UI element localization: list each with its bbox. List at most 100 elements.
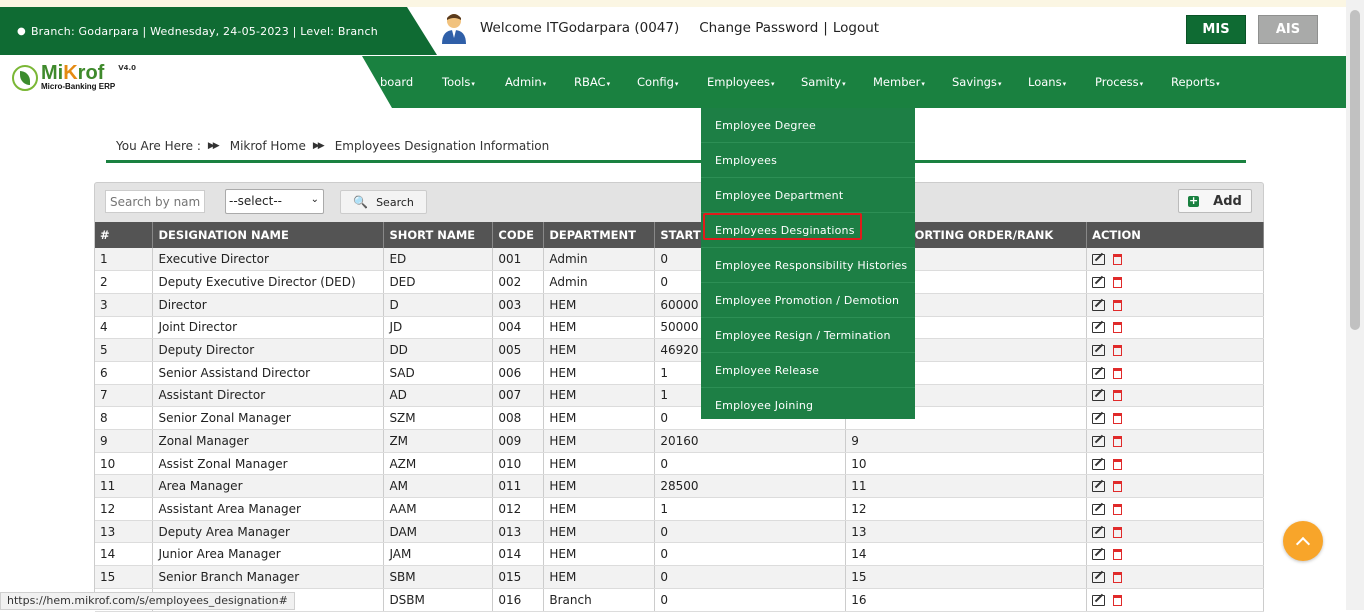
action-cell <box>1086 542 1264 567</box>
table-cell: Branch <box>543 588 656 612</box>
table-row: 2 Deputy Executive Director (DED) DED 002 Ad… <box>95 270 1264 294</box>
breadcrumb-home-link[interactable]: Mikrof Home <box>230 139 306 153</box>
edit-icon[interactable] <box>1092 413 1106 425</box>
nav-item-dashboard[interactable]: board <box>380 75 413 89</box>
table-cell: 20160 <box>654 429 847 453</box>
column-header[interactable]: SHORT NAME <box>383 222 494 248</box>
logout-link[interactable]: Logout <box>833 20 879 36</box>
delete-icon[interactable] <box>1113 345 1123 357</box>
edit-icon[interactable] <box>1092 481 1106 493</box>
scrollbar-thumb[interactable] <box>1350 10 1360 330</box>
nav-item-loans[interactable]: Loans▾ <box>1028 75 1066 89</box>
fast-forward-icon: ▶▶ <box>312 141 325 151</box>
edit-icon[interactable] <box>1092 367 1106 379</box>
menu-item-employee-department[interactable]: Employee Department <box>701 178 915 213</box>
menu-item-responsibility-histories[interactable]: Employee Responsibility Histories <box>701 248 915 283</box>
menu-item-employee-degree[interactable]: Employee Degree <box>701 108 915 143</box>
action-cell <box>1086 293 1264 317</box>
edit-icon[interactable] <box>1092 526 1106 538</box>
menu-item-employees[interactable]: Employees <box>701 143 915 178</box>
edit-icon[interactable] <box>1092 390 1106 402</box>
nav-item-savings[interactable]: Savings▾ <box>952 75 1001 89</box>
table-cell: Zonal Manager <box>152 429 385 453</box>
scroll-to-top-button[interactable] <box>1283 521 1323 561</box>
table-cell: Senior Branch Manager <box>152 565 385 589</box>
logo-version: V4.0 <box>118 63 137 72</box>
delete-icon[interactable] <box>1113 367 1123 379</box>
delete-icon[interactable] <box>1113 254 1123 266</box>
change-password-link[interactable]: Change Password <box>699 20 818 36</box>
select-value: --select-- <box>229 194 282 208</box>
search-input[interactable] <box>105 190 205 213</box>
delete-icon[interactable] <box>1113 299 1123 311</box>
ais-button[interactable]: AIS <box>1258 15 1318 44</box>
column-header[interactable]: # <box>95 222 154 248</box>
user-area: Welcome ITGodarpara (0047) Change Passwo… <box>440 12 879 44</box>
search-button[interactable]: 🔍 Search <box>340 190 427 214</box>
nav-item-employees[interactable]: Employees▾ <box>707 75 774 89</box>
mikrof-logo[interactable]: MiKrof Micro-Banking ERP V4.0 <box>12 63 137 91</box>
nav-item-process[interactable]: Process▾ <box>1095 75 1143 89</box>
table-cell: 12 <box>845 497 1088 521</box>
delete-icon[interactable] <box>1113 481 1123 493</box>
nav-item-admin[interactable]: Admin▾ <box>505 75 546 89</box>
page-scrollbar[interactable] <box>1346 0 1364 610</box>
delete-icon[interactable] <box>1113 322 1123 334</box>
nav-item-rbac[interactable]: RBAC▾ <box>574 75 610 89</box>
nav-item-reports[interactable]: Reports▾ <box>1171 75 1220 89</box>
table-cell: 0 <box>654 520 847 544</box>
edit-icon[interactable] <box>1092 435 1106 447</box>
delete-icon[interactable] <box>1113 503 1123 515</box>
table-cell: HEM <box>543 293 656 317</box>
column-header[interactable]: DESIGNATION NAME <box>152 222 385 248</box>
delete-icon[interactable] <box>1113 594 1123 606</box>
table-cell: 016 <box>492 588 545 612</box>
delete-icon[interactable] <box>1113 435 1123 447</box>
table-cell: 013 <box>492 520 545 544</box>
edit-icon[interactable] <box>1092 322 1106 334</box>
column-header[interactable]: DEPARTMENT <box>543 222 656 248</box>
mis-button[interactable]: MIS <box>1186 15 1246 44</box>
action-cell <box>1086 565 1264 589</box>
table-cell: 011 <box>492 474 545 499</box>
table-cell: 16 <box>845 588 1088 612</box>
delete-icon[interactable] <box>1113 458 1123 470</box>
table-row: 13 Deputy Area Manager DAM 013 HEM 0 13 <box>95 520 1264 544</box>
edit-icon[interactable] <box>1092 571 1106 583</box>
edit-icon[interactable] <box>1092 277 1106 289</box>
nav-item-samity[interactable]: Samity▾ <box>801 75 846 89</box>
table-row: 1 Executive Director ED 001 Admin 0 <box>95 248 1264 272</box>
menu-item-employee-release[interactable]: Employee Release <box>701 353 915 388</box>
delete-icon[interactable] <box>1113 413 1123 425</box>
action-cell <box>1086 452 1264 476</box>
edit-icon[interactable] <box>1092 549 1106 561</box>
table-cell: HEM <box>543 497 656 521</box>
column-header[interactable]: CODE <box>492 222 545 248</box>
menu-item-resign-termination[interactable]: Employee Resign / Termination <box>701 318 915 353</box>
caret-down-icon: ▾ <box>606 80 611 88</box>
edit-icon[interactable] <box>1092 594 1106 606</box>
delete-icon[interactable] <box>1113 571 1123 583</box>
nav-item-config[interactable]: Config▾ <box>637 75 678 89</box>
edit-icon[interactable] <box>1092 503 1106 515</box>
table-cell: Director <box>152 293 385 317</box>
table-row: 12 Assistant Area Manager AAM 012 HEM 1 12 <box>95 497 1264 521</box>
table-cell: HEM <box>543 565 656 589</box>
fast-forward-icon: ▶▶ <box>207 141 220 151</box>
edit-icon[interactable] <box>1092 254 1106 266</box>
edit-icon[interactable] <box>1092 345 1106 357</box>
table-cell: 007 <box>492 384 545 408</box>
delete-icon[interactable] <box>1113 390 1123 402</box>
edit-icon[interactable] <box>1092 458 1106 470</box>
nav-item-tools[interactable]: Tools▾ <box>442 75 475 89</box>
nav-item-member[interactable]: Member▾ <box>873 75 925 89</box>
delete-icon[interactable] <box>1113 549 1123 561</box>
table-cell: 13 <box>95 520 154 544</box>
delete-icon[interactable] <box>1113 277 1123 289</box>
add-button[interactable]: + Add <box>1178 189 1252 213</box>
delete-icon[interactable] <box>1113 526 1123 538</box>
menu-item-promotion-demotion[interactable]: Employee Promotion / Demotion <box>701 283 915 318</box>
edit-icon[interactable] <box>1092 299 1106 311</box>
department-select[interactable]: --select-- ⌄ <box>225 189 324 214</box>
menu-item-employee-joining[interactable]: Employee Joining <box>701 388 915 423</box>
